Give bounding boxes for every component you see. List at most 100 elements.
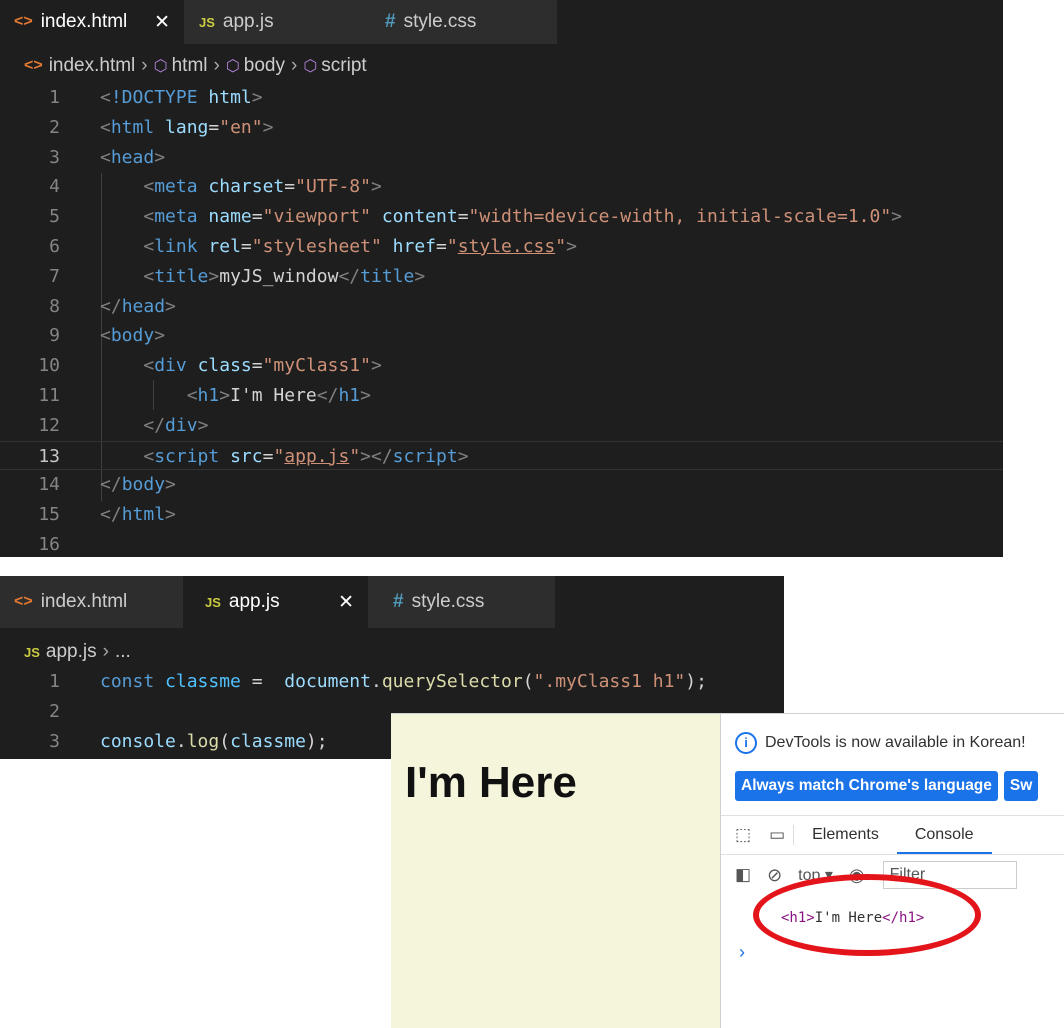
info-icon: i	[735, 732, 757, 754]
tab-console[interactable]: Console	[896, 816, 992, 854]
code-text: const classme = document.querySelector("…	[100, 671, 707, 692]
tab-label: app.js	[228, 591, 280, 612]
code-text: <link rel="stylesheet" href="style.css">	[143, 235, 577, 257]
editor-tab-bar: <> index.html JS app.js ✕ # style.css	[0, 576, 555, 628]
code-line: 9 <body>	[0, 321, 1003, 351]
tab-index-html[interactable]: <> index.html	[0, 576, 183, 628]
code-line: 4 <meta charset="UTF-8">	[0, 172, 1003, 202]
code-text: <meta charset="UTF-8">	[143, 176, 382, 198]
code-line: 2 <html lang="en">	[0, 113, 1003, 143]
line-number: 2	[49, 116, 60, 138]
js-file-icon: JS	[199, 14, 215, 30]
rendered-page: I'm Here	[391, 714, 720, 1028]
clear-console-icon[interactable]: ⊘	[759, 865, 790, 886]
tab-index-html[interactable]: <> index.html ✕	[0, 0, 185, 44]
editor-index-html: <> index.html ✕ JS app.js # style.css <>…	[0, 0, 1003, 557]
code-text: </html>	[100, 504, 176, 526]
line-number: 2	[49, 700, 60, 722]
line-number: 9	[49, 325, 60, 347]
line-number: 3	[49, 730, 60, 752]
inspect-element-icon[interactable]: ⬚	[721, 825, 761, 845]
tab-app-js[interactable]: JS app.js ✕	[183, 576, 369, 628]
tab-style-css[interactable]: # style.css	[369, 576, 555, 628]
line-number: 4	[49, 176, 60, 198]
console-prompt[interactable]: ›	[739, 942, 745, 963]
breadcrumb-item[interactable]: index.html	[49, 55, 136, 77]
line-number: 3	[49, 146, 60, 168]
code-text: <h1>I'm Here</h1>	[186, 384, 371, 406]
info-text: DevTools is now available in Korean!	[765, 734, 1026, 751]
devtools-panel: i DevTools is now available in Korean! A…	[720, 714, 1064, 1028]
line-number: 15	[38, 504, 60, 526]
line-number: 7	[49, 265, 60, 287]
line-number: 16	[38, 533, 60, 555]
html-file-icon: <>	[14, 13, 33, 30]
match-language-button[interactable]: Always match Chrome's language	[735, 771, 998, 801]
code-text: </head>	[100, 295, 176, 317]
tab-app-js[interactable]: JS app.js	[185, 0, 371, 44]
sidebar-toggle-icon[interactable]: ◧	[721, 865, 759, 885]
breadcrumb: JS app.js › ...	[0, 636, 137, 668]
code-text: <meta name="viewport" content="width=dev…	[143, 206, 903, 228]
line-number: 1	[49, 671, 60, 692]
breadcrumb-item[interactable]: script	[321, 55, 366, 77]
page-heading: I'm Here	[405, 758, 577, 807]
chevron-right-icon: ›	[141, 55, 148, 76]
line-number: 5	[49, 206, 60, 228]
line-number: 1	[49, 87, 60, 108]
tab-elements[interactable]: Elements	[794, 816, 897, 854]
breadcrumb-item[interactable]: body	[244, 55, 285, 77]
close-icon[interactable]: ✕	[338, 591, 354, 614]
chevron-right-icon: ›	[213, 55, 220, 76]
element-icon: ⬡	[303, 58, 318, 75]
code-area[interactable]: 1 <!DOCTYPE html> 2 <html lang="en"> 3 <hea…	[0, 83, 1003, 557]
code-line: 5 <meta name="viewport" content="width=d…	[0, 202, 1003, 232]
code-text: console.log(classme);	[100, 730, 328, 752]
tab-label: style.css	[403, 11, 477, 32]
js-file-icon: JS	[24, 644, 40, 660]
code-line: 1 <!DOCTYPE html>	[0, 83, 1003, 113]
devtools-tab-bar: ⬚ ▭ Elements Console	[721, 815, 1064, 855]
tab-label: app.js	[222, 11, 274, 32]
code-text: <!DOCTYPE html>	[100, 87, 263, 108]
code-line: 6 <link rel="stylesheet" href="style.css…	[0, 232, 1003, 262]
line-number: 12	[38, 414, 60, 436]
breadcrumb-item[interactable]: ...	[115, 641, 131, 663]
css-file-icon: #	[385, 11, 396, 32]
element-icon: ⬡	[225, 58, 240, 75]
breadcrumb-item[interactable]: html	[172, 55, 208, 77]
code-text: <body>	[100, 325, 166, 347]
editor-tab-bar: <> index.html ✕ JS app.js # style.css	[0, 0, 557, 44]
code-text: </body>	[100, 474, 176, 496]
chevron-right-icon: ›	[291, 55, 298, 76]
code-line-current: 13 <script src="app.js"></script>	[0, 440, 1003, 471]
code-line: 12 </div>	[0, 411, 1003, 441]
element-icon: ⬡	[153, 58, 168, 75]
switch-language-button[interactable]: Sw	[1003, 771, 1039, 801]
code-line: 3 <head>	[0, 143, 1003, 173]
line-number: 6	[49, 235, 60, 257]
code-text: <div class="myClass1">	[143, 355, 382, 377]
code-text: <script src="app.js"></script>	[143, 445, 469, 467]
device-toolbar-icon[interactable]: ▭	[761, 825, 795, 845]
code-line: 15 </html>	[0, 500, 1003, 530]
code-line: 10 <div class="myClass1">	[0, 351, 1003, 381]
css-file-icon: #	[393, 591, 404, 612]
highlight-ring	[753, 874, 981, 956]
code-text: <title>myJS_window</title>	[143, 265, 426, 287]
code-line: 11 <h1>I'm Here</h1>	[0, 381, 1003, 411]
tab-style-css[interactable]: # style.css	[371, 0, 557, 44]
line-number: 14	[38, 474, 60, 496]
js-file-icon: JS	[205, 594, 221, 610]
code-line: 7 <title>myJS_window</title>	[0, 262, 1003, 292]
browser-window: I'm Here i DevTools is now available in …	[391, 713, 1064, 1028]
chevron-right-icon: ›	[102, 641, 109, 662]
code-line: 14 </body>	[0, 470, 1003, 500]
infobar-buttons: Always match Chrome's language Sw	[735, 771, 1039, 801]
tab-label: index.html	[40, 591, 128, 612]
breadcrumb-item[interactable]: app.js	[46, 641, 97, 663]
close-icon[interactable]: ✕	[154, 11, 170, 34]
line-number: 10	[38, 355, 60, 377]
line-number: 11	[38, 384, 60, 406]
html-file-icon: <>	[24, 57, 43, 74]
